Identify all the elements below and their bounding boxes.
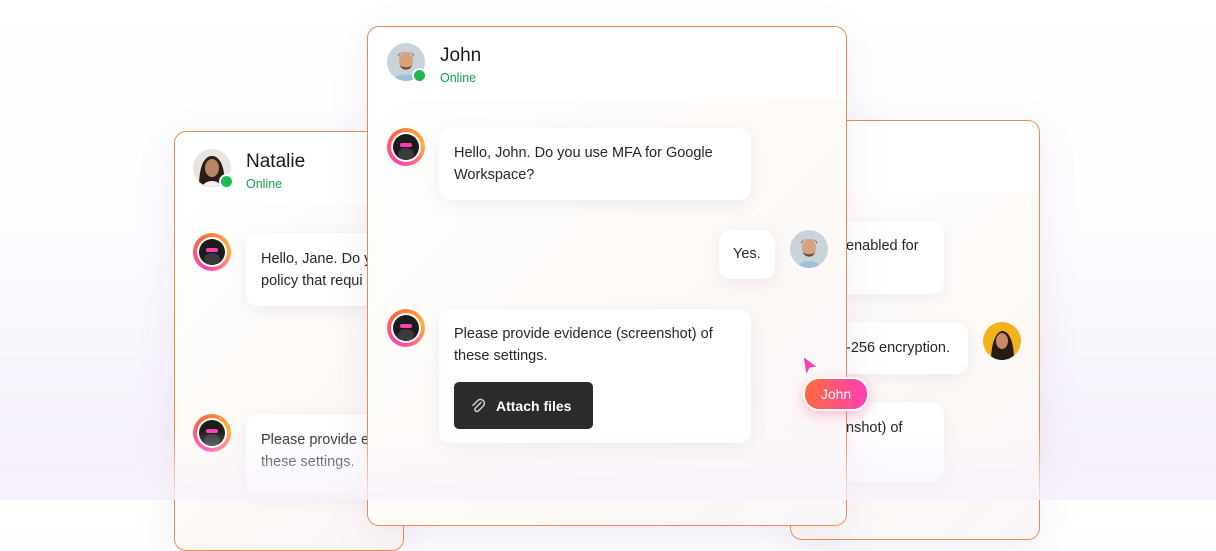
bot-avatar	[193, 414, 231, 452]
message-line: these settings.	[454, 348, 548, 364]
bot-avatar	[387, 128, 425, 166]
attach-files-label: Attach files	[496, 397, 572, 414]
message-bubble: Hello, John. Do you use MFA for Google W…	[439, 128, 751, 200]
bot-avatar	[387, 309, 425, 347]
cursor-user-tag: John	[803, 377, 869, 411]
cursor-user-label: John	[820, 386, 852, 402]
message-text: -256 encryption.	[846, 340, 950, 356]
chat-window-john	[367, 26, 847, 526]
message-line: Hello, John. Do you use MFA for Google	[454, 145, 713, 161]
message-text: nshot) of	[846, 420, 903, 436]
bot-avatar	[193, 233, 231, 271]
attach-files-button[interactable]: Attach files	[454, 382, 593, 429]
message-text: Yes.	[733, 246, 761, 262]
message-line: Workspace?	[454, 167, 535, 183]
contact-status: Online	[440, 71, 477, 85]
online-status-dot	[219, 174, 234, 189]
contact-name: Natalie	[246, 151, 306, 172]
online-status-dot	[412, 68, 427, 83]
john-avatar	[790, 230, 828, 268]
contact-status: Online	[246, 177, 283, 191]
message-line: Please provide evidence (screenshot) of	[454, 326, 713, 342]
paperclip-icon	[470, 398, 486, 414]
contact-name: John	[440, 45, 482, 66]
user-avatar-female	[983, 322, 1021, 360]
message-bubble-reply: Yes.	[719, 230, 775, 279]
message-text: enabled for	[846, 238, 919, 254]
